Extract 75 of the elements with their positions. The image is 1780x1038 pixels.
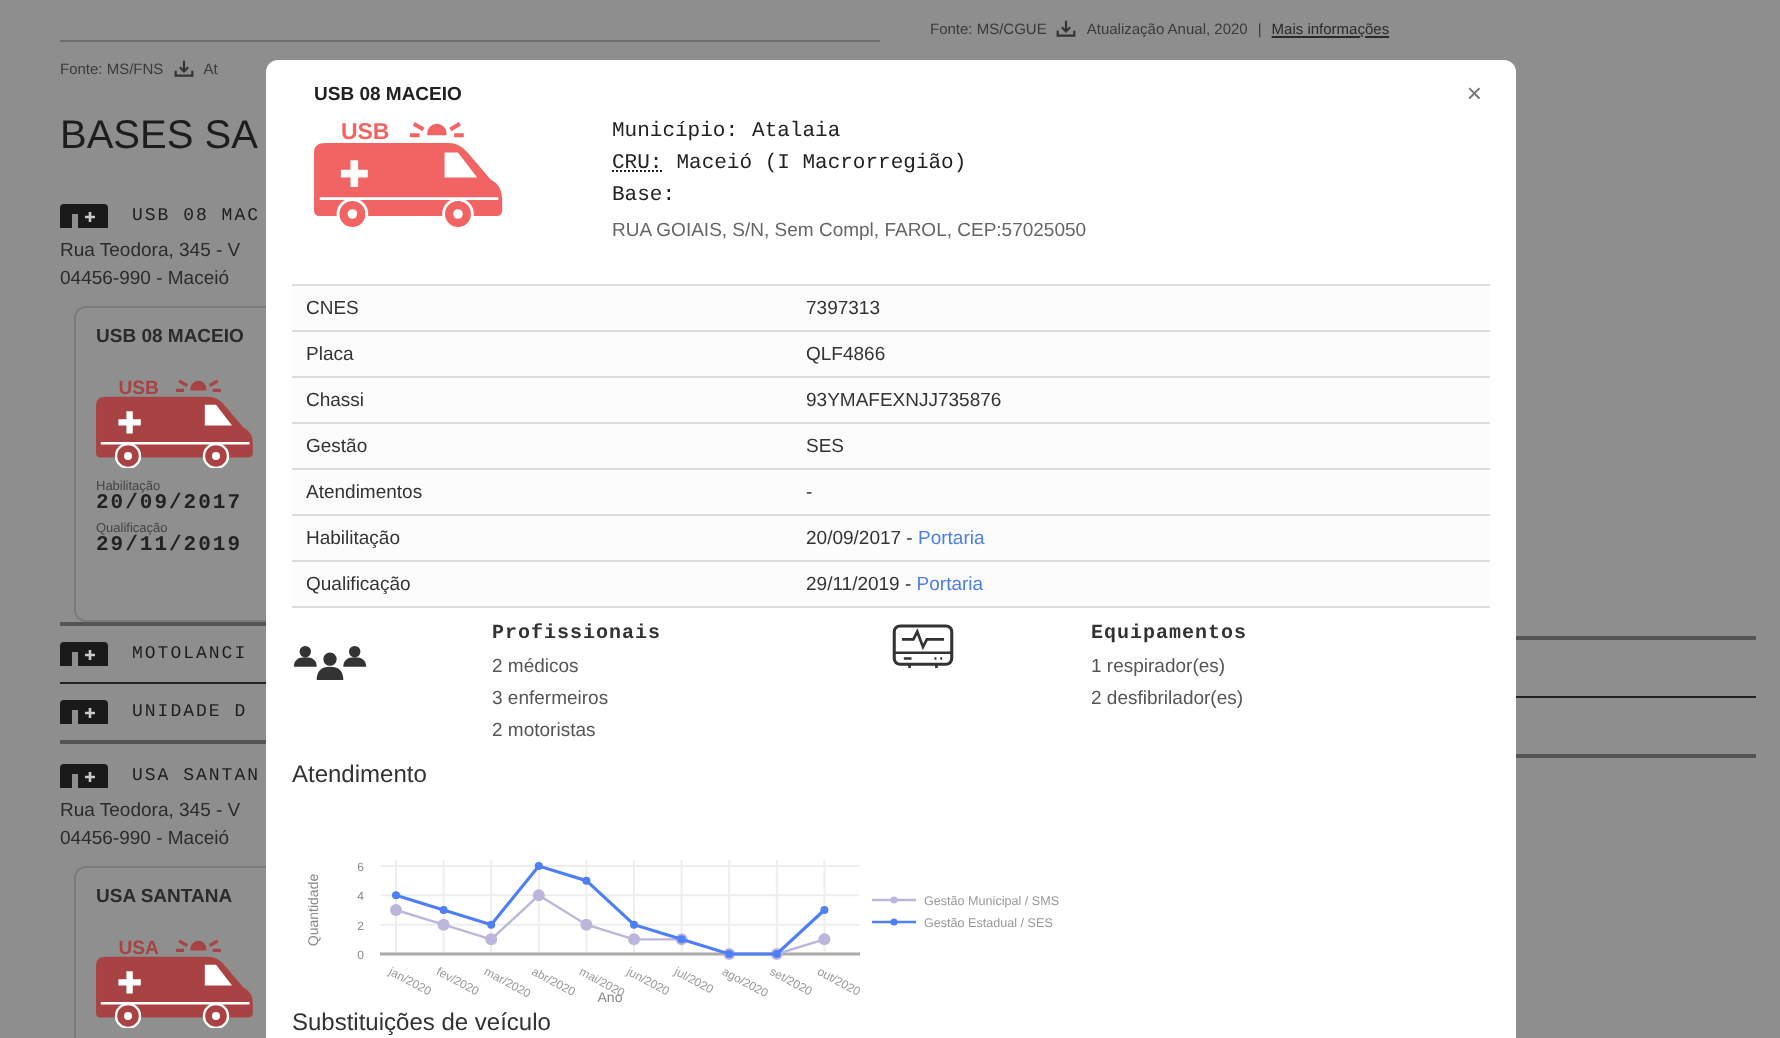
base-card[interactable]: USA SANTANA USA: [74, 866, 266, 1038]
card-title: USB 08 MACEIO: [96, 326, 246, 348]
section-title[interactable]: UNIDADE D: [132, 702, 248, 722]
table-cell: Chassi: [292, 377, 792, 423]
point: [818, 933, 831, 946]
close-button[interactable]: ×: [1466, 82, 1482, 106]
section-title: Atendimento: [292, 760, 429, 788]
download-icon[interactable]: [173, 60, 194, 78]
card-title: USA SANTANA: [96, 886, 235, 908]
section-title[interactable]: MOTOLANCI: [132, 644, 248, 664]
vehicle-type-label: USA: [118, 937, 159, 960]
point: [580, 918, 593, 931]
resource-item: 1 respirador(es): [1091, 654, 1228, 682]
address-text: 04456-990 - Maceió: [60, 826, 231, 854]
date-value: 29/11/2019: [96, 536, 245, 559]
point: [392, 891, 400, 900]
resource-item: 2 médicos: [492, 654, 581, 682]
page-title: BASES SA: [60, 112, 260, 160]
ambulance-icon: [96, 379, 253, 469]
ambulance-icon: [314, 121, 503, 230]
vehicle-icon: [60, 642, 108, 666]
info-label: CRU:: [612, 150, 663, 180]
point: [582, 876, 591, 885]
resource-item: 2 desfibrilador(es): [1091, 686, 1246, 714]
address-text: Rua Teodora, 345 - V: [60, 798, 243, 826]
point: [390, 904, 402, 916]
point: [630, 920, 638, 929]
download-icon[interactable]: [1056, 19, 1077, 37]
table-cell: Qualificação: [292, 561, 792, 607]
section-title[interactable]: USB 08 MAC: [132, 206, 261, 226]
vehicle-icon: [60, 700, 108, 724]
vehicle-icon: [60, 204, 108, 228]
point: [534, 862, 543, 870]
table-cell: -: [792, 469, 1490, 515]
resource-item: 3 enfermeiros: [492, 686, 611, 714]
table-cell: Habilitação: [292, 515, 792, 561]
table-cell: Atendimentos: [292, 469, 792, 515]
info-value: Atalaia: [752, 118, 841, 148]
table-cell: QLF4866: [792, 331, 1490, 377]
portaria-link[interactable]: Portaria: [916, 573, 984, 595]
vehicle-type-label: USB: [118, 377, 159, 400]
table-cell: SES: [792, 423, 1490, 469]
table-cell: 93YMAFEXNJJ735876: [792, 377, 1490, 423]
table-cell: Gestão: [292, 423, 792, 469]
resource-title: Profissionais: [492, 624, 662, 646]
table-cell: 7397313: [792, 285, 1490, 331]
monitor-icon: [891, 624, 953, 670]
point: [485, 933, 498, 946]
point: [820, 906, 829, 914]
info-label: Município:: [612, 118, 739, 148]
date-value: 20/09/2017: [96, 494, 245, 517]
address-text: Rua Teodora, 345 - V: [60, 238, 243, 266]
info-label: Base:: [612, 182, 676, 212]
point: [628, 933, 640, 946]
point: [487, 920, 496, 929]
people-icon: [292, 644, 368, 682]
section-title[interactable]: USA SANTAN: [132, 766, 261, 786]
portaria-link[interactable]: Portaria: [918, 527, 985, 549]
point: [532, 889, 545, 902]
dialog-title: USB 08 MACEIO: [314, 83, 462, 105]
table-cell: 29/11/2019 - Portaria: [792, 561, 1490, 607]
vehicle-type-label: USB: [340, 121, 390, 146]
base-address: RUA GOIAIS, S/N, Sem Compl, FAROL, CEP:57025050: [612, 220, 1087, 242]
ambulance-icon: [96, 939, 253, 1029]
table-cell: Placa: [292, 331, 792, 377]
table-cell: 20/09/2017 - Portaria: [792, 515, 1490, 561]
vehicle-icon: [60, 764, 108, 788]
address-text: 04456-990 - Maceió: [60, 266, 231, 294]
section-title: Substituições de veículo: [292, 1008, 553, 1036]
resource-item: 2 motoristas: [492, 718, 598, 746]
info-value: Maceió (I Macrorregião): [676, 150, 967, 180]
point: [439, 906, 448, 914]
table-cell: CNES: [292, 285, 792, 331]
point: [437, 918, 450, 931]
resource-title: Equipamentos: [1091, 624, 1248, 646]
